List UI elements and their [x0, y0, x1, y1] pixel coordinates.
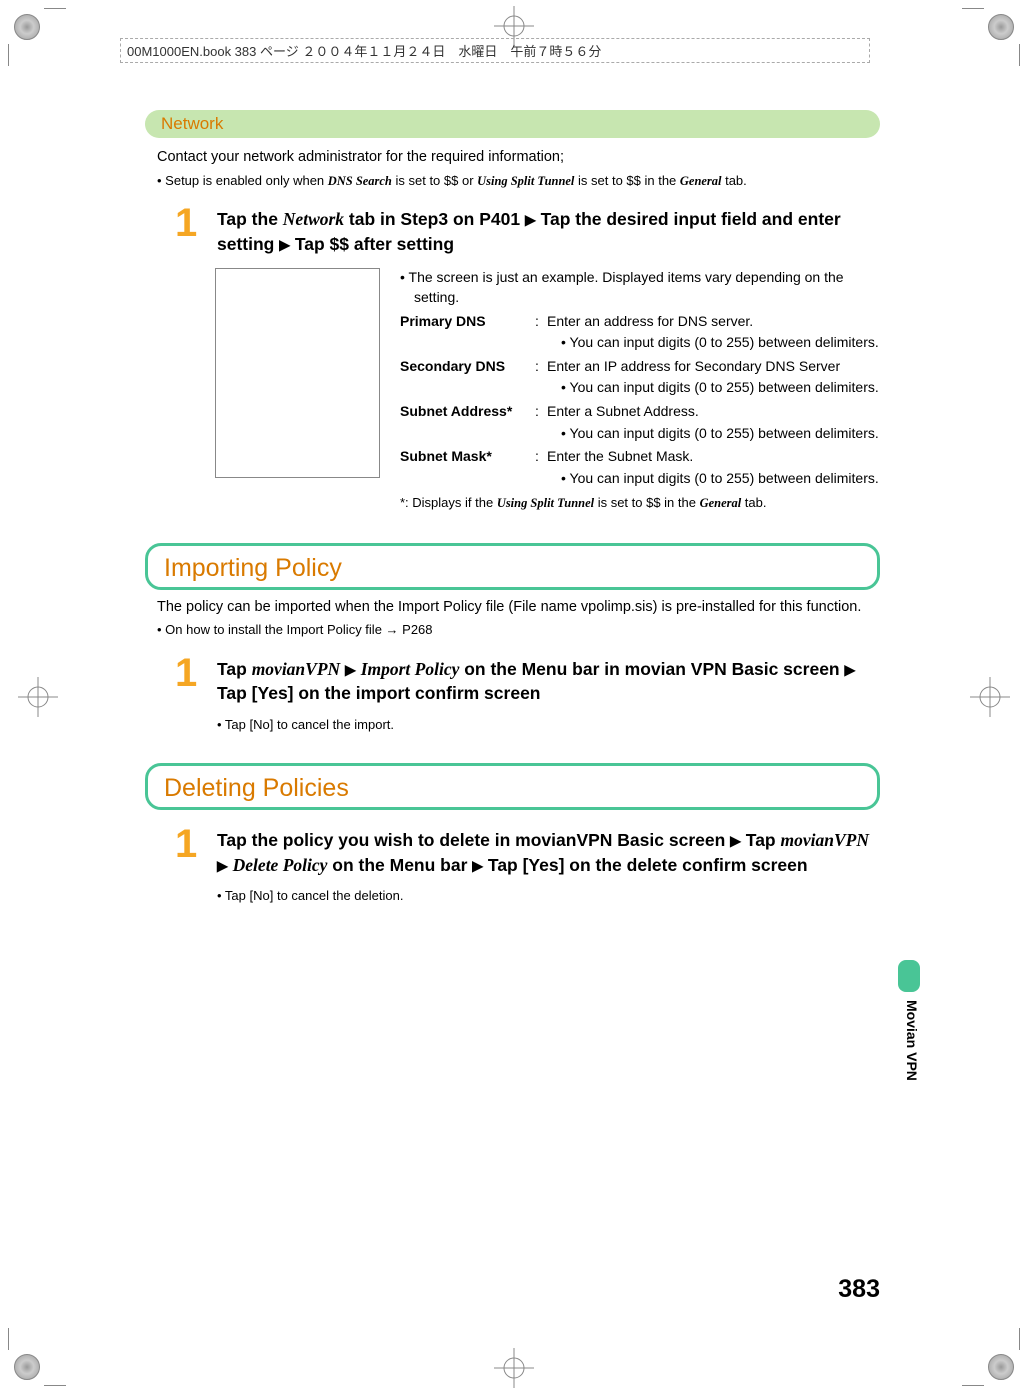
step-instruction: Tap movianVPN ▶ Import Policy on the Men…: [217, 653, 880, 706]
detail-note: • The screen is just an example. Display…: [400, 268, 880, 307]
importing-intro: The policy can be imported when the Impo…: [157, 598, 868, 618]
section-title: Importing Policy: [164, 554, 342, 582]
network-definitions: • The screen is just an example. Display…: [400, 268, 880, 512]
arrow-icon: ▶: [844, 662, 855, 678]
arrow-icon: ▶: [730, 833, 741, 849]
crop-mark-br: [980, 1346, 1020, 1386]
arrow-icon: ▶: [472, 858, 483, 874]
page-number: 383: [838, 1275, 880, 1304]
arrow-icon: ▶: [217, 858, 228, 874]
importing-bullet: • On how to install the Import Policy fi…: [157, 621, 872, 639]
crop-mark-tr: [980, 8, 1020, 48]
section-heading-deleting: Deleting Policies: [145, 763, 880, 810]
network-footnote: *: Displays if the Using Split Tunnel is…: [400, 494, 880, 512]
section-heading-importing: Importing Policy: [145, 543, 880, 590]
arrow-icon: ▶: [279, 236, 290, 252]
sidebar-section-label: Movian VPN: [904, 1000, 920, 1081]
section-title: Network: [161, 114, 223, 133]
deleting-step-1: 1 Tap the policy you wish to delete in m…: [175, 824, 880, 877]
importing-sub: • Tap [No] to cancel the import.: [217, 716, 872, 734]
network-setup-bullet: • Setup is enabled only when DNS Search …: [157, 172, 872, 190]
def-subnet-addr: Subnet Address* : Enter a Subnet Address…: [400, 402, 880, 422]
network-detail-block: • The screen is just an example. Display…: [215, 268, 880, 512]
network-intro: Contact your network administrator for t…: [157, 148, 868, 168]
def-subnet-mask: Subnet Mask* : Enter the Subnet Mask.: [400, 447, 880, 467]
screenshot-placeholder: [215, 268, 380, 478]
section-heading-network: Network: [145, 110, 880, 138]
def-subnet-mask-sub: • You can input digits (0 to 255) betwee…: [400, 469, 880, 489]
step-number-icon: 1: [175, 653, 217, 706]
arrow-icon: ▶: [345, 662, 356, 678]
importing-step-1: 1 Tap movianVPN ▶ Import Policy on the M…: [175, 653, 880, 706]
step-instruction: Tap the Network tab in Step3 on P401 ▶ T…: [217, 203, 880, 256]
step-number-icon: 1: [175, 203, 217, 256]
def-subnet-addr-sub: • You can input digits (0 to 255) betwee…: [400, 424, 880, 444]
def-secondary-dns-sub: • You can input digits (0 to 255) betwee…: [400, 378, 880, 398]
def-secondary-dns: Secondary DNS : Enter an IP address for …: [400, 357, 880, 377]
registration-mark-bottom: [494, 1348, 534, 1388]
sidebar-section-tab: [898, 960, 920, 992]
step-number-icon: 1: [175, 824, 217, 877]
network-step-1: 1 Tap the Network tab in Step3 on P401 ▶…: [175, 203, 880, 256]
arrow-icon: ▶: [525, 212, 536, 228]
deleting-sub: • Tap [No] to cancel the deletion.: [217, 887, 872, 905]
def-primary-dns: Primary DNS : Enter an address for DNS s…: [400, 312, 880, 332]
def-primary-dns-sub: • You can input digits (0 to 255) betwee…: [400, 333, 880, 353]
page-content: Network Contact your network administrat…: [145, 110, 880, 915]
crop-mark-tl: [8, 8, 48, 48]
print-meta-header: 00M1000EN.book 383 ページ ２００４年１１月２４日 水曜日 午…: [120, 38, 870, 63]
section-title: Deleting Policies: [164, 774, 349, 802]
registration-mark-left: [18, 677, 58, 717]
registration-mark-right: [970, 677, 1010, 717]
step-instruction: Tap the policy you wish to delete in mov…: [217, 824, 880, 877]
crop-mark-bl: [8, 1346, 48, 1386]
